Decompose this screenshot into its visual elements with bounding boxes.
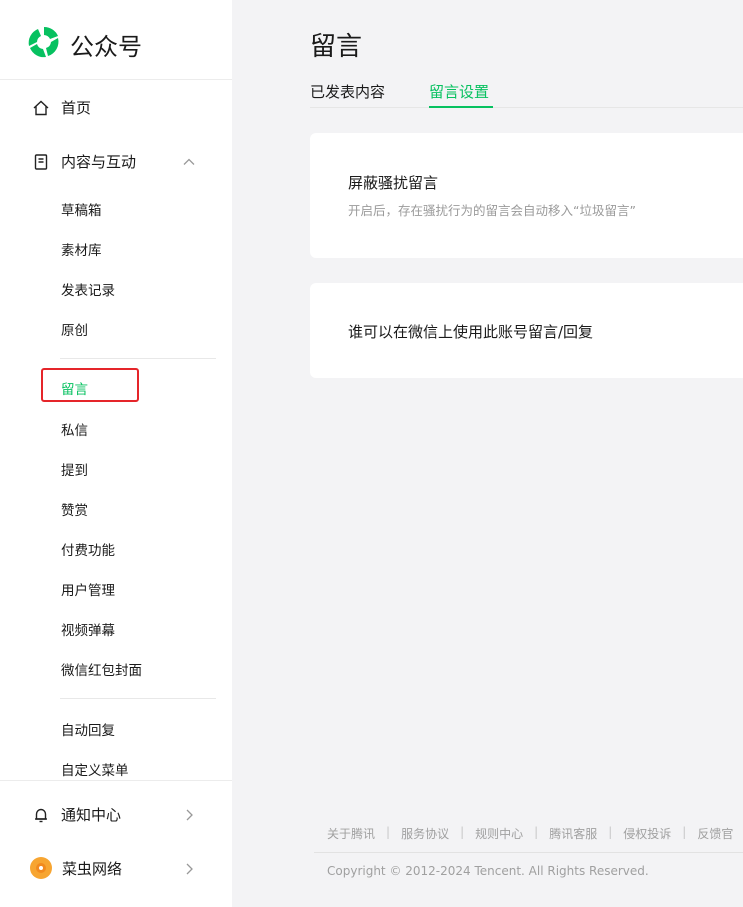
sidebar-subitem-custom-menu[interactable]: 自定义菜单	[61, 759, 129, 779]
sidebar-subitem-auto-reply[interactable]: 自动回复	[61, 719, 115, 739]
brand-name: 公众号	[70, 32, 142, 61]
annotation-highlight-box	[41, 368, 139, 402]
footer-link-infringement[interactable]: 侵权投诉	[623, 825, 671, 842]
sidebar: 公众号 首页 内容与互动 草稿箱 素材库 发表记录 原创 留言 私信 提到 赞赏…	[0, 0, 232, 907]
footer-link-service-agreement[interactable]: 服务协议	[401, 825, 449, 842]
tabs-divider	[310, 107, 743, 108]
divider	[60, 358, 216, 359]
divider	[314, 852, 743, 853]
sidebar-item-label: 通知中心	[61, 806, 122, 824]
sidebar-item-label: 内容与互动	[61, 153, 137, 171]
sidebar-subitem-mentions[interactable]: 提到	[61, 459, 88, 479]
sidebar-subitem-materials[interactable]: 素材库	[61, 239, 102, 259]
sidebar-item-label: 菜虫网络	[62, 859, 123, 878]
sidebar-subitem-red-packet-cover[interactable]: 微信红包封面	[61, 659, 142, 679]
avatar-icon	[30, 857, 52, 879]
sidebar-item-label: 首页	[61, 99, 92, 117]
document-icon	[32, 153, 50, 171]
footer-link-customer-service[interactable]: 腾讯客服	[549, 825, 597, 842]
sidebar-item-notifications[interactable]: 通知中心	[32, 804, 121, 825]
sidebar-subitem-user-management[interactable]: 用户管理	[61, 579, 115, 599]
chevron-right-icon[interactable]	[182, 807, 196, 821]
sidebar-subitem-publish-records[interactable]: 发表记录	[61, 279, 115, 299]
bell-icon	[32, 806, 50, 824]
chevron-right-icon[interactable]	[182, 861, 196, 875]
footer-link-about[interactable]: 关于腾讯	[327, 825, 375, 842]
wechat-mp-logo-icon	[26, 24, 62, 64]
setting-description: 开启后，存在骚扰行为的留言会自动移入“垃圾留言”	[348, 203, 636, 218]
brand-logo[interactable]: 公众号	[26, 26, 142, 62]
settings-card-block-harassment: 屏蔽骚扰留言 开启后，存在骚扰行为的留言会自动移入“垃圾留言”	[310, 133, 743, 258]
setting-title: 屏蔽骚扰留言	[348, 174, 439, 192]
active-tab-indicator	[429, 106, 493, 108]
sidebar-item-content[interactable]: 内容与互动	[32, 151, 136, 172]
divider	[0, 780, 232, 781]
page-title: 留言	[310, 32, 363, 62]
sidebar-item-home[interactable]: 首页	[32, 97, 91, 118]
sidebar-subitem-drafts[interactable]: 草稿箱	[61, 199, 102, 219]
sidebar-subitem-rewards[interactable]: 赞赏	[61, 499, 88, 519]
setting-title: 谁可以在微信上使用此账号留言/回复	[348, 323, 594, 341]
footer-links: 关于腾讯 | 服务协议 | 规则中心 | 腾讯客服 | 侵权投诉 | 反馈官	[327, 825, 734, 842]
sidebar-subitem-messages[interactable]: 私信	[61, 419, 88, 439]
sidebar-item-account[interactable]: 菜虫网络	[30, 857, 123, 879]
sidebar-subitem-video-danmaku[interactable]: 视频弹幕	[61, 619, 115, 639]
tab-published-content[interactable]: 已发表内容	[310, 81, 385, 102]
chevron-up-icon[interactable]	[182, 154, 196, 168]
footer-link-feedback[interactable]: 反馈官	[697, 825, 733, 842]
footer-link-rules-center[interactable]: 规则中心	[475, 825, 523, 842]
tab-comment-settings[interactable]: 留言设置	[429, 81, 489, 102]
copyright-text: Copyright © 2012-2024 Tencent. All Right…	[327, 864, 649, 878]
divider	[60, 698, 216, 699]
settings-card-who-can-comment: 谁可以在微信上使用此账号留言/回复	[310, 283, 743, 378]
sidebar-subitem-paid-features[interactable]: 付费功能	[61, 539, 115, 559]
sidebar-subitem-original[interactable]: 原创	[61, 319, 88, 339]
home-icon	[32, 99, 50, 117]
divider	[0, 79, 232, 80]
